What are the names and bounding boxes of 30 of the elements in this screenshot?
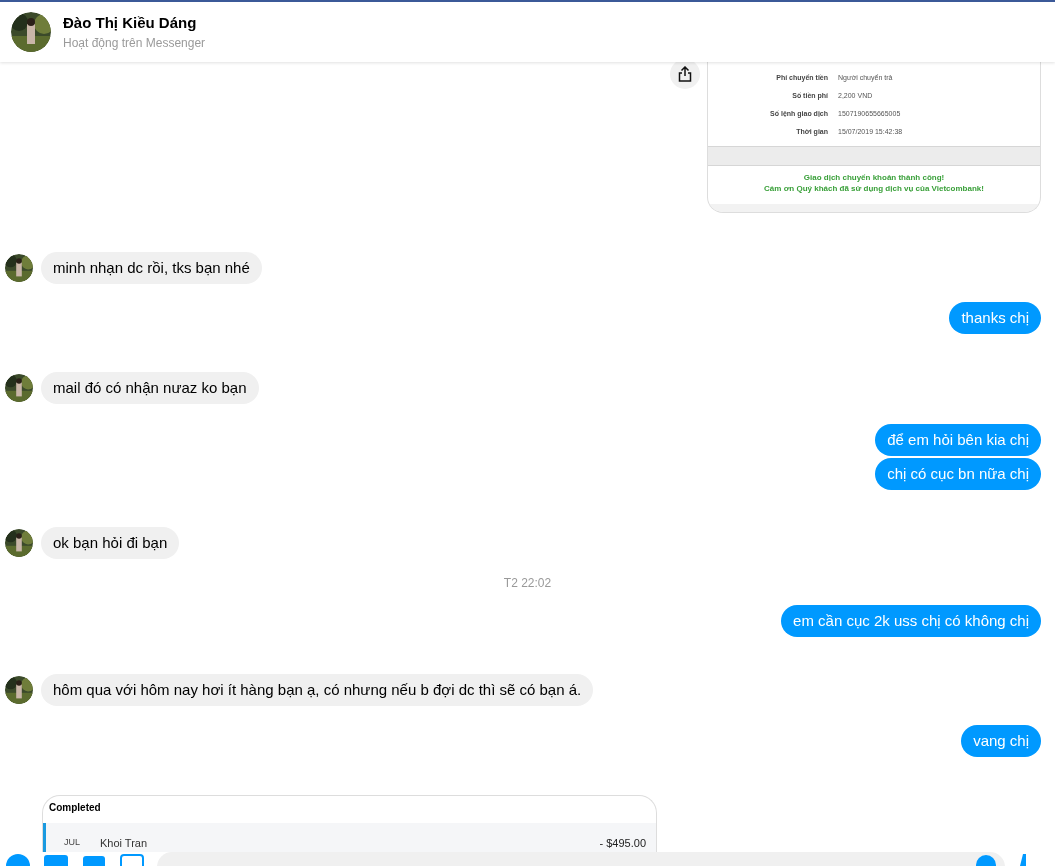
month-label: JUL <box>64 836 81 850</box>
incoming-message: ok bạn hỏi đi bạn <box>41 527 180 559</box>
avatar <box>5 529 33 557</box>
gif-icon[interactable] <box>43 853 69 866</box>
outgoing-message: vang chị <box>961 725 1041 757</box>
avatar <box>11 12 51 52</box>
outgoing-message: thanks chị <box>949 302 1041 334</box>
avatar <box>5 254 33 282</box>
avatar <box>5 676 33 704</box>
timestamp: T2 22:02 <box>503 576 552 590</box>
status-text: Hoạt động trên Messenger <box>63 35 206 53</box>
outgoing-message: để em hỏi bên kia chị <box>875 424 1041 456</box>
share-icon <box>678 66 692 82</box>
outgoing-message: chị có cục bn nữa chị <box>875 458 1041 490</box>
receipt-message: Cám ơn Quý khách đã sử dụng dịch vụ của Vietcombank! <box>764 183 984 194</box>
outgoing-message: em cần cục 2k uss chị có không chị <box>781 605 1041 637</box>
emoji-icon[interactable] <box>975 854 997 866</box>
sticker-icon[interactable] <box>81 853 107 866</box>
incoming-message: hôm qua với hôm nay hơi ít hàng bạn ạ, có nhưng nếu b đợi dc thì sẽ có bạn á. <box>41 674 594 706</box>
card-title: Completed <box>48 801 102 815</box>
add-icon[interactable] <box>5 853 31 866</box>
payee-name: Khoi Tran <box>100 835 149 851</box>
share-button[interactable] <box>670 62 700 89</box>
incoming-message: mail đó có nhận nưaz ko bạn <box>41 372 259 404</box>
incoming-message: minh nhạn dc rồi, tks bạn nhé <box>41 252 262 284</box>
amount: - $495.00 <box>599 835 646 851</box>
receipt-message: Giao dịch chuyển khoản thành công! <box>803 172 945 183</box>
image-icon[interactable] <box>119 853 145 866</box>
contact-name: Đào Thị Kiều Dáng <box>63 12 198 33</box>
avatar <box>5 374 33 402</box>
